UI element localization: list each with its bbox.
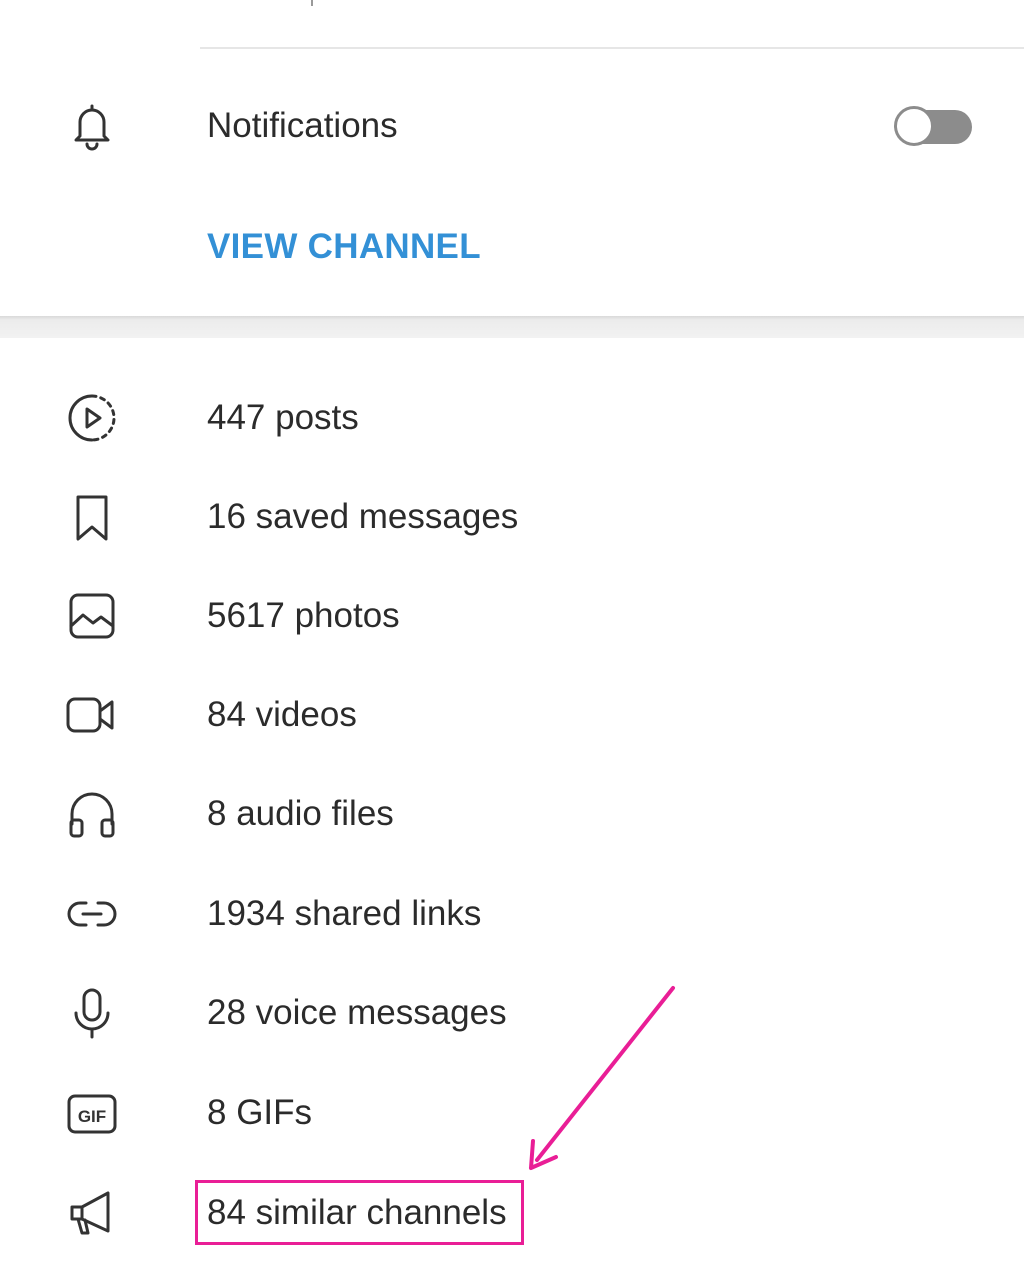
bell-icon (62, 96, 122, 156)
list-item-label: 8 GIFs (207, 1093, 313, 1132)
list-item-posts[interactable]: 447 posts (0, 388, 1024, 448)
list-item-photos[interactable]: 5617 photos (0, 586, 1024, 646)
microphone-icon (62, 983, 122, 1043)
list-item-label: 447 posts (207, 398, 359, 437)
list-item-label: 1934 shared links (207, 894, 482, 933)
gif-icon: GIF (62, 1083, 122, 1143)
notifications-toggle[interactable] (894, 104, 974, 148)
section-separator (0, 316, 1024, 338)
video-icon (62, 685, 122, 745)
list-item-label: 28 voice messages (207, 993, 507, 1032)
list-item-gifs[interactable]: GIF 8 GIFs (0, 1083, 1024, 1143)
link-icon (62, 884, 122, 944)
toggle-knob (894, 106, 934, 146)
svg-text:GIF: GIF (78, 1107, 106, 1126)
list-item-label: 8 audio files (207, 794, 394, 833)
bookmark-icon (62, 487, 122, 547)
list-item-audio-files[interactable]: 8 audio files (0, 784, 1024, 844)
headphones-icon (62, 784, 122, 844)
notifications-row[interactable]: Notifications (0, 96, 1024, 156)
list-item-shared-links[interactable]: 1934 shared links (0, 884, 1024, 944)
megaphone-icon (62, 1183, 122, 1243)
annotation-highlight-box (195, 1180, 524, 1245)
list-item-label: 16 saved messages (207, 497, 519, 536)
notifications-label: Notifications (207, 106, 398, 145)
list-item-saved-messages[interactable]: 16 saved messages (0, 487, 1024, 547)
list-item-videos[interactable]: 84 videos (0, 685, 1024, 745)
list-item-voice-messages[interactable]: 28 voice messages (0, 983, 1024, 1043)
top-text-cursor (311, 0, 313, 6)
divider (200, 47, 1024, 49)
list-item-label: 84 videos (207, 695, 357, 734)
photo-icon (62, 586, 122, 646)
list-item-label: 5617 photos (207, 596, 400, 635)
view-channel-button[interactable]: VIEW CHANNEL (207, 222, 481, 272)
posts-icon (62, 388, 122, 448)
channel-info-panel: Notifications VIEW CHANNEL 447 posts 16 … (0, 0, 1024, 1280)
